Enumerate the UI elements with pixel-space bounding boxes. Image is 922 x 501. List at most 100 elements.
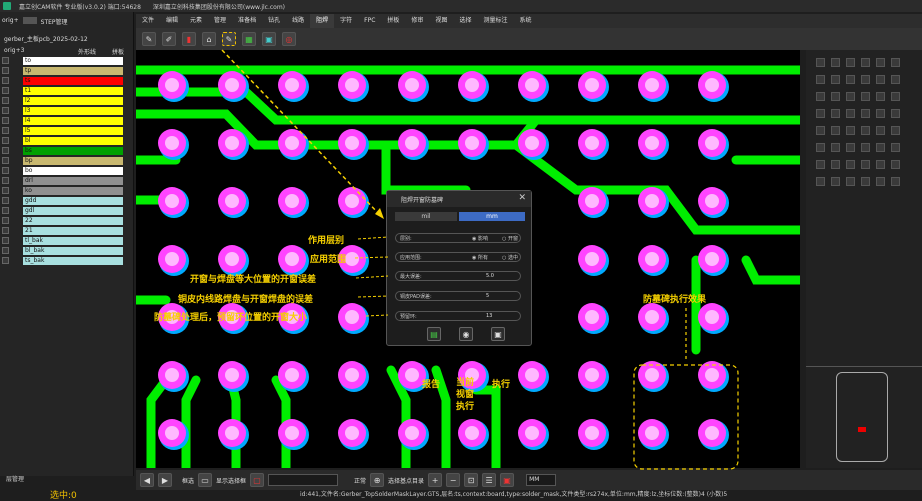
menu-item-10[interactable]: 拼板 xyxy=(381,14,405,28)
layer-checkbox[interactable] xyxy=(2,167,9,174)
layer-label[interactable]: tl_bak xyxy=(23,236,123,245)
layer-checkbox[interactable] xyxy=(2,77,9,84)
tool-icon[interactable] xyxy=(891,143,900,152)
layer-checkbox[interactable] xyxy=(2,97,9,104)
layer-label[interactable]: l3 xyxy=(23,106,123,115)
tool-icon[interactable] xyxy=(831,143,840,152)
menu-item-6[interactable]: 线路 xyxy=(286,14,310,28)
zoom-in-icon[interactable]: + xyxy=(428,473,443,487)
tool-icon[interactable] xyxy=(846,177,855,186)
grid-icon[interactable]: ▦ xyxy=(242,32,256,46)
layer-label[interactable]: bo xyxy=(23,166,123,175)
layer-row[interactable]: l4 xyxy=(2,116,134,125)
radio-selected[interactable]: ○ 选中 xyxy=(502,254,518,261)
layer-checkbox[interactable] xyxy=(2,67,9,74)
tool-icon[interactable] xyxy=(816,143,825,152)
menu-item-0[interactable]: 文件 xyxy=(136,14,160,28)
tool-icon[interactable] xyxy=(891,177,900,186)
tool-icon[interactable] xyxy=(861,58,870,67)
execute-button[interactable]: ▣ xyxy=(491,327,505,341)
tool-icon[interactable] xyxy=(816,58,825,67)
ring-value[interactable]: 13 xyxy=(486,313,492,319)
tool-icon[interactable] xyxy=(846,143,855,152)
layer-checkbox[interactable] xyxy=(2,107,9,114)
menu-item-14[interactable]: 测量标注 xyxy=(477,14,513,28)
layer-row[interactable]: to xyxy=(2,56,134,65)
menu-item-9[interactable]: FPC xyxy=(358,14,381,28)
tool-icon[interactable] xyxy=(861,126,870,135)
tool-icon[interactable] xyxy=(876,109,885,118)
layer-label[interactable]: l5 xyxy=(23,126,123,135)
layers-icon[interactable]: ☰ xyxy=(482,473,497,487)
layer-row[interactable]: bp xyxy=(2,156,134,165)
layer-row[interactable]: l2 xyxy=(2,96,134,105)
pad-error-row[interactable]: 铜皮PAD误差: 5 xyxy=(395,291,521,301)
layer-checkbox[interactable] xyxy=(2,257,9,264)
tool-icon[interactable] xyxy=(861,160,870,169)
tool-icon[interactable] xyxy=(846,126,855,135)
view-execute-button[interactable]: ◉ xyxy=(459,327,473,341)
tool-icon[interactable] xyxy=(861,143,870,152)
menu-item-2[interactable]: 元素 xyxy=(184,14,208,28)
report-button[interactable]: ▤ xyxy=(427,327,441,341)
tool-icon[interactable] xyxy=(891,58,900,67)
display-select-label[interactable]: 显示选择框 xyxy=(216,476,246,485)
frame-icon[interactable]: ▢ xyxy=(250,473,265,487)
layer-label[interactable]: bl_bak xyxy=(23,246,123,255)
layer-row[interactable]: bl xyxy=(2,136,134,145)
layer-checkbox[interactable] xyxy=(2,247,9,254)
menu-item-4[interactable]: 准备档 xyxy=(232,14,262,28)
layer-label[interactable]: tp xyxy=(23,66,123,75)
layer-row[interactable]: bl_bak xyxy=(2,246,134,255)
next-icon[interactable]: ▶ xyxy=(158,473,172,487)
layer-checkbox[interactable] xyxy=(2,217,9,224)
coordinate-input[interactable] xyxy=(268,474,339,486)
select-mode[interactable]: 框选 xyxy=(182,476,194,485)
layer-row[interactable]: 22 xyxy=(2,216,134,225)
tool-icon[interactable] xyxy=(861,109,870,118)
layer-checkbox[interactable] xyxy=(2,197,9,204)
pen-tool-icon[interactable]: ✎ xyxy=(142,32,156,46)
panel-check[interactable]: 拼板 xyxy=(112,47,124,56)
layer-checkbox[interactable] xyxy=(2,87,9,94)
target-icon[interactable]: ◎ xyxy=(282,32,296,46)
tool-icon[interactable] xyxy=(891,109,900,118)
layer-checkbox[interactable] xyxy=(2,147,9,154)
layer-label[interactable]: gdl xyxy=(23,206,123,215)
zoom-out-icon[interactable]: − xyxy=(446,473,461,487)
layer-label[interactable]: bs xyxy=(23,146,123,155)
tool-icon[interactable] xyxy=(816,75,825,84)
tool-icon[interactable] xyxy=(816,160,825,169)
layer-label[interactable]: bl xyxy=(23,136,123,145)
layer-row[interactable]: ko xyxy=(2,186,134,195)
tool-icon[interactable] xyxy=(846,109,855,118)
tool-icon[interactable] xyxy=(831,58,840,67)
tool-icon[interactable] xyxy=(846,58,855,67)
menu-item-12[interactable]: 视图 xyxy=(429,14,453,28)
outline-check[interactable]: 外形线 xyxy=(78,47,96,56)
tool-icon[interactable] xyxy=(846,160,855,169)
layer-label[interactable]: l2 xyxy=(23,96,123,105)
tool-icon[interactable] xyxy=(846,75,855,84)
radio-open[interactable]: ○ 开窗 xyxy=(502,235,518,242)
layer-row[interactable]: ts_bak xyxy=(2,256,134,265)
menu-item-13[interactable]: 选择 xyxy=(453,14,477,28)
layer-row[interactable]: tl_bak xyxy=(2,236,134,245)
layer-checkbox[interactable] xyxy=(2,177,9,184)
pads-icon[interactable]: ▮ xyxy=(182,32,196,46)
tool-icon[interactable] xyxy=(816,109,825,118)
tool-icon[interactable] xyxy=(876,92,885,101)
close-icon[interactable]: ✕ xyxy=(518,193,526,203)
max-error-value[interactable]: 5.0 xyxy=(486,273,494,279)
radio-all[interactable]: ◉ 所有 xyxy=(472,254,488,261)
layer-row[interactable]: 21 xyxy=(2,226,134,235)
ring-row[interactable]: 预留环: 13 xyxy=(395,311,521,321)
tool-icon[interactable] xyxy=(831,92,840,101)
menu-item-1[interactable]: 编辑 xyxy=(160,14,184,28)
menu-item-7[interactable]: 阻焊 xyxy=(310,14,335,28)
layer-label[interactable]: ts_bak xyxy=(23,256,123,265)
tab-step[interactable]: STEP管理 xyxy=(41,17,68,26)
tool-icon[interactable] xyxy=(831,126,840,135)
tool-icon[interactable] xyxy=(876,143,885,152)
tool-icon[interactable] xyxy=(861,92,870,101)
